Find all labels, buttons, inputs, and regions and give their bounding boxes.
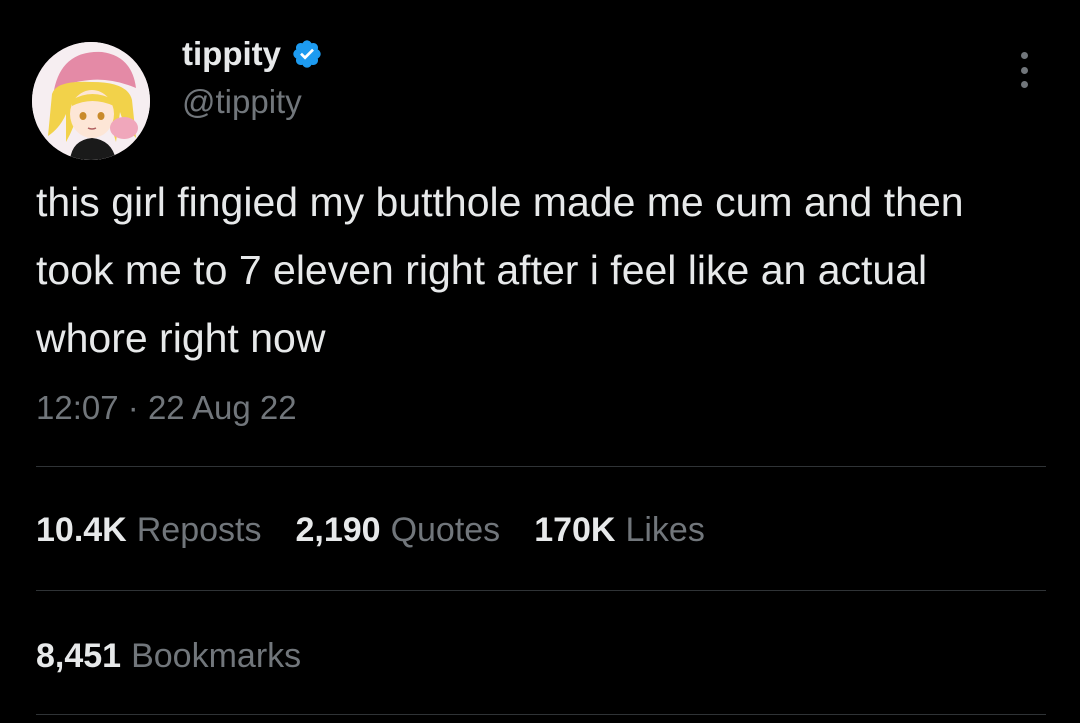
avatar[interactable] bbox=[32, 42, 150, 160]
likes-stat[interactable]: 170K Likes bbox=[534, 508, 705, 552]
quotes-count[interactable]: 2,190 bbox=[295, 511, 380, 549]
more-dot bbox=[1020, 66, 1028, 74]
more-options-icon[interactable] bbox=[1006, 48, 1042, 92]
tweet-time[interactable]: 12:07 bbox=[36, 389, 119, 426]
divider bbox=[36, 466, 1046, 467]
engagement-stats: 10.4K Reposts 2,190 Quotes 170K Likes bbox=[36, 508, 739, 552]
timestamp-separator: · bbox=[127, 389, 139, 426]
reposts-stat[interactable]: 10.4K Reposts bbox=[36, 508, 261, 552]
bookmarks-label[interactable]: Bookmarks bbox=[131, 637, 301, 675]
bookmarks-count[interactable]: 8,451 bbox=[36, 637, 121, 675]
quotes-label[interactable]: Quotes bbox=[391, 511, 501, 549]
tweet-detail: tippity @tippity this girl fingied my bu… bbox=[0, 0, 1080, 723]
tweet-text: this girl fingied my butthole made me cu… bbox=[36, 179, 964, 361]
author-handle[interactable]: @tippity bbox=[182, 82, 302, 122]
bookmarks-stat[interactable]: 8,451 Bookmarks bbox=[36, 634, 301, 678]
tweet-timestamp[interactable]: 12:07 · 22 Aug 22 bbox=[36, 386, 297, 430]
reposts-label[interactable]: Reposts bbox=[137, 511, 262, 549]
verified-badge-icon bbox=[291, 38, 323, 70]
divider bbox=[36, 714, 1046, 715]
author-display-name[interactable]: tippity bbox=[182, 34, 281, 74]
likes-label[interactable]: Likes bbox=[625, 511, 704, 549]
quotes-stat[interactable]: 2,190 Quotes bbox=[295, 508, 500, 552]
divider bbox=[36, 590, 1046, 591]
reposts-count[interactable]: 10.4K bbox=[36, 511, 127, 549]
author-name[interactable]: tippity bbox=[182, 34, 323, 74]
likes-count[interactable]: 170K bbox=[534, 511, 615, 549]
tweet-date[interactable]: 22 Aug 22 bbox=[148, 389, 297, 426]
more-dot bbox=[1020, 81, 1028, 88]
more-dot bbox=[1020, 52, 1028, 59]
